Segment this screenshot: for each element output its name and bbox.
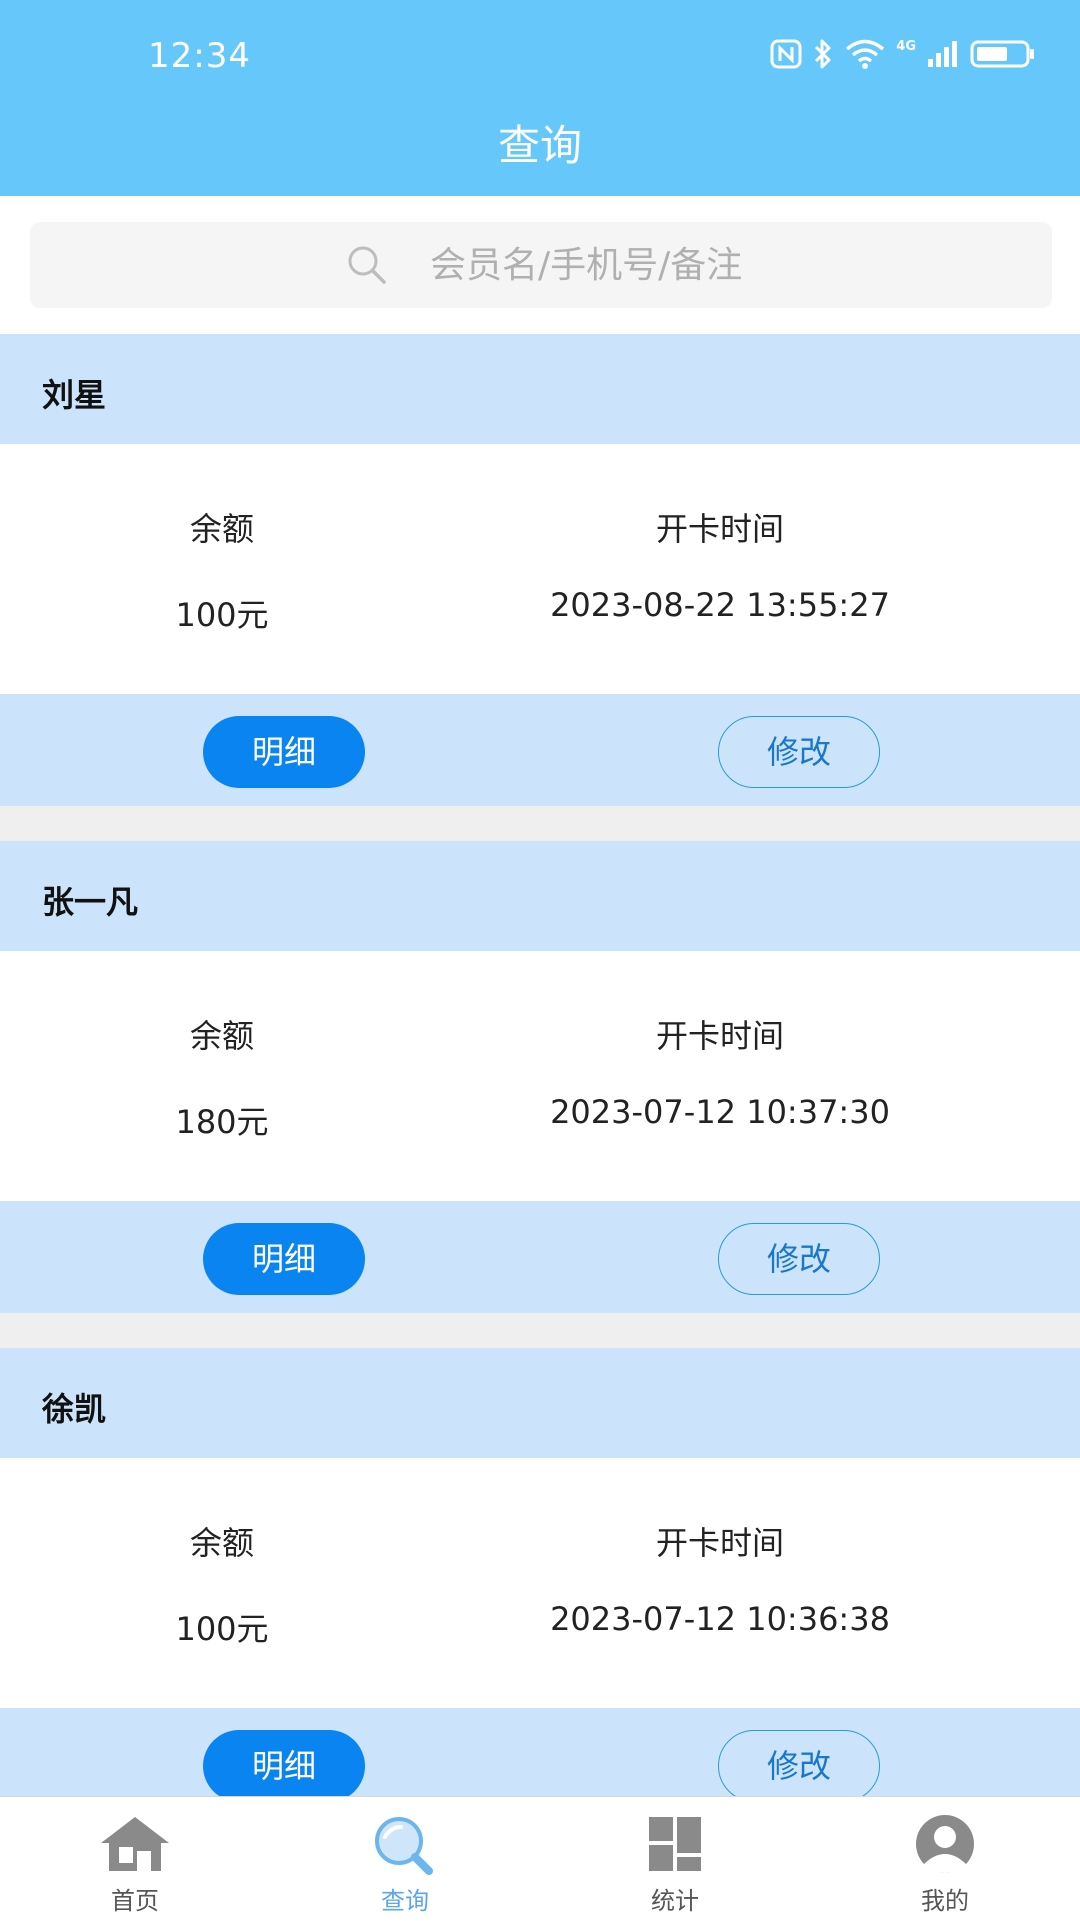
user-icon [916,1815,974,1873]
member-actions: 明细 修改 [0,694,1080,806]
bottom-tab-bar: 首页 查询 统计 我的 [0,1796,1080,1921]
search-input[interactable] [430,222,990,308]
member-header: 刘星 [0,334,1080,444]
balance-label: 余额 [189,1017,254,1055]
member-card: 徐凯 余额 100元 开卡时间 2023-07-12 10:36:38 明细 修… [0,1348,1080,1820]
balance-label: 余额 [189,510,254,548]
search-section [0,196,1080,334]
grid-icon [649,1817,701,1871]
edit-button[interactable]: 修改 [718,1223,880,1295]
nfc-icon [770,39,802,69]
magnifier-icon [375,1817,433,1875]
tab-mine[interactable]: 我的 [845,1797,1045,1921]
search-icon [348,246,386,284]
member-name: 张一凡 [42,883,139,921]
search-box[interactable] [30,222,1052,308]
detail-button[interactable]: 明细 [203,1223,365,1295]
member-card: 张一凡 余额 180元 开卡时间 2023-07-12 10:37:30 明细 … [0,841,1080,1313]
tab-label: 首页 [111,1887,159,1915]
tab-label: 统计 [651,1887,699,1915]
open-time-value: 2023-07-12 10:36:38 [550,1600,890,1638]
detail-button[interactable]: 明细 [203,716,365,788]
battery-icon [970,40,1034,68]
tab-query[interactable]: 查询 [305,1797,505,1921]
tab-label: 我的 [921,1887,969,1915]
bluetooth-icon [815,39,831,69]
open-time-value: 2023-08-22 13:55:27 [550,586,890,624]
edit-button[interactable]: 修改 [718,1730,880,1802]
open-time-label: 开卡时间 [655,1017,784,1055]
tab-home[interactable]: 首页 [35,1797,235,1921]
balance-value: 180元 [175,1103,269,1141]
tab-stats[interactable]: 统计 [575,1797,775,1921]
wifi-icon [846,39,885,69]
member-header: 张一凡 [0,841,1080,951]
member-header: 徐凯 [0,1348,1080,1458]
network-type: 4G [896,38,916,54]
member-card: 刘星 余额 100元 开卡时间 2023-08-22 13:55:27 明细 修… [0,334,1080,806]
status-time: 12:34 [148,36,251,76]
member-actions: 明细 修改 [0,1201,1080,1313]
member-name: 徐凯 [42,1390,107,1428]
balance-value: 100元 [175,1610,269,1648]
signal-icon [928,41,957,67]
edit-button[interactable]: 修改 [718,716,880,788]
status-icons: 4G [770,38,1036,70]
open-time-label: 开卡时间 [655,1524,784,1562]
open-time-label: 开卡时间 [655,510,784,548]
balance-value: 100元 [175,596,269,634]
member-name: 刘星 [42,376,107,414]
home-icon [101,1817,169,1871]
detail-button[interactable]: 明细 [203,1730,365,1802]
page-title: 查询 [497,121,582,170]
tab-label: 查询 [381,1887,429,1915]
balance-label: 余额 [189,1524,254,1562]
top-bar: 12:34 4G 查询 [0,0,1080,196]
open-time-value: 2023-07-12 10:37:30 [550,1093,890,1131]
